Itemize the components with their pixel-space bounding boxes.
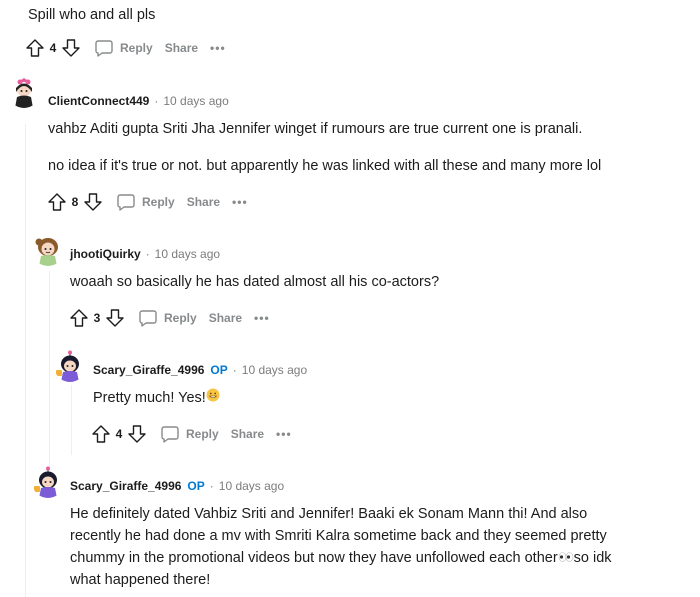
op-badge: OP	[210, 363, 228, 377]
comment-text: Spill who and all pls	[28, 7, 156, 23]
comment-text: vahbz Aditi gupta Sriti Jha Jennifer win…	[48, 121, 583, 137]
comment-meta: Scary_Giraffe_4996 OP · 10 days ago	[93, 363, 307, 377]
username[interactable]: Scary_Giraffe_4996	[93, 363, 204, 377]
timestamp[interactable]: 10 days ago	[242, 363, 307, 377]
vote-count: 4	[115, 427, 123, 441]
comment-actions: 3 Reply Share •••	[68, 306, 270, 330]
separator-dot: ·	[232, 363, 237, 377]
comment-text: Pretty much! Yes!	[93, 387, 220, 409]
upvote-arrow-icon	[70, 309, 88, 327]
comment-text: what happened there!	[70, 572, 211, 588]
comment-text: chummy in the promotional videos but now…	[70, 547, 612, 569]
more-options-button[interactable]: •••	[276, 427, 292, 441]
downvote-arrow-icon	[84, 193, 102, 211]
comment-meta: jhootiQuirky · 10 days ago	[70, 247, 220, 261]
comment-actions: 4 Reply Share •••	[90, 422, 292, 446]
reply-label: Reply	[164, 311, 197, 325]
vote-count: 8	[71, 195, 79, 209]
share-button[interactable]: Share	[209, 311, 242, 325]
thread-line[interactable]	[49, 270, 50, 480]
separator-dot: ·	[154, 94, 159, 108]
timestamp[interactable]: 10 days ago	[219, 479, 284, 493]
reply-button[interactable]: Reply	[94, 38, 153, 58]
timestamp[interactable]: 10 days ago	[155, 247, 220, 261]
downvote-button[interactable]	[60, 37, 82, 59]
grinning-face-emoji	[206, 387, 220, 409]
share-button[interactable]: Share	[231, 427, 264, 441]
comment-meta: Scary_Giraffe_4996 OP · 10 days ago	[70, 479, 284, 493]
share-button[interactable]: Share	[165, 41, 198, 55]
timestamp[interactable]: 10 days ago	[163, 94, 228, 108]
thread-line[interactable]	[71, 385, 72, 455]
username[interactable]: jhootiQuirky	[70, 247, 141, 261]
op-badge: OP	[187, 479, 205, 493]
upvote-button[interactable]	[46, 191, 68, 213]
more-options-button[interactable]: •••	[232, 195, 248, 209]
comment-text: recently he had done a mv with Smriti Ka…	[70, 528, 607, 544]
downvote-button[interactable]	[82, 191, 104, 213]
reply-button[interactable]: Reply	[160, 424, 219, 444]
speech-bubble-icon	[139, 310, 157, 327]
upvote-button[interactable]	[68, 307, 90, 329]
reply-button[interactable]: Reply	[116, 192, 175, 212]
upvote-arrow-icon	[92, 425, 110, 443]
comment-text: no idea if it's true or not. but apparen…	[48, 158, 602, 174]
comment-text: woaah so basically he has dated almost a…	[70, 274, 440, 290]
comment-actions: 8 Reply Share •••	[46, 190, 248, 214]
username[interactable]: ClientConnect449	[48, 94, 149, 108]
more-options-button[interactable]: •••	[254, 311, 270, 325]
speech-bubble-icon	[161, 426, 179, 443]
reply-label: Reply	[186, 427, 219, 441]
thread-line[interactable]	[25, 124, 26, 597]
comment-text-content: chummy in the promotional videos but now…	[70, 550, 558, 566]
comment-meta: ClientConnect449 · 10 days ago	[48, 94, 229, 108]
downvote-button[interactable]	[126, 423, 148, 445]
upvote-arrow-icon	[26, 39, 44, 57]
more-options-button[interactable]: •••	[210, 41, 226, 55]
avatar[interactable]	[32, 234, 64, 266]
avatar[interactable]	[32, 466, 64, 498]
avatar[interactable]	[8, 76, 40, 108]
speech-bubble-icon	[117, 194, 135, 211]
upvote-button[interactable]	[90, 423, 112, 445]
downvote-arrow-icon	[128, 425, 146, 443]
avatar[interactable]	[54, 350, 86, 382]
share-button[interactable]: Share	[187, 195, 220, 209]
vote-count: 4	[49, 41, 57, 55]
eyes-emoji	[558, 547, 574, 569]
comment-text-content: Pretty much! Yes!	[93, 390, 206, 406]
comment-text-content: so idk	[573, 550, 612, 566]
upvote-button[interactable]	[24, 37, 46, 59]
speech-bubble-icon	[95, 40, 113, 57]
downvote-arrow-icon	[106, 309, 124, 327]
downvote-button[interactable]	[104, 307, 126, 329]
separator-dot: ·	[145, 247, 150, 261]
username[interactable]: Scary_Giraffe_4996	[70, 479, 181, 493]
reply-button[interactable]: Reply	[138, 308, 197, 328]
comment-actions: 4 Reply Share •••	[24, 36, 226, 60]
separator-dot: ·	[209, 479, 214, 493]
upvote-arrow-icon	[48, 193, 66, 211]
downvote-arrow-icon	[62, 39, 80, 57]
vote-count: 3	[93, 311, 101, 325]
comment-text: He definitely dated Vahbiz Sriti and Jen…	[70, 506, 588, 522]
reply-label: Reply	[120, 41, 153, 55]
reply-label: Reply	[142, 195, 175, 209]
